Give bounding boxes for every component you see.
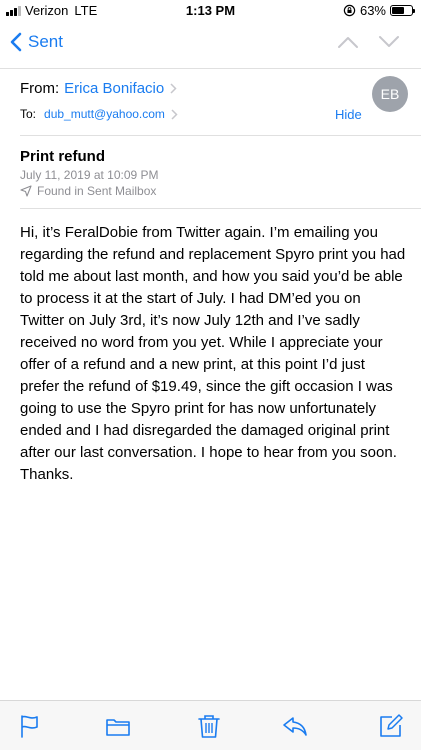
- nav-bar: Sent: [0, 22, 421, 66]
- avatar[interactable]: EB: [372, 76, 408, 112]
- flag-icon[interactable]: [17, 713, 43, 739]
- status-right: 63%: [343, 3, 415, 18]
- message-date: July 11, 2019 at 10:09 PM: [20, 168, 159, 182]
- chevron-left-icon: [10, 32, 22, 52]
- compose-icon[interactable]: [378, 713, 404, 739]
- location-arrow-icon: [20, 185, 32, 197]
- chevron-right-icon: [171, 108, 178, 120]
- from-label: From:: [20, 80, 60, 97]
- from-row: From: Erica Bonifacio: [20, 80, 177, 97]
- divider: [20, 208, 421, 209]
- rotation-lock-icon: [343, 4, 356, 17]
- mailbox-row[interactable]: Found in Sent Mailbox: [20, 184, 156, 198]
- message-subject: Print refund: [20, 148, 105, 165]
- avatar-initials: EB: [380, 86, 400, 102]
- divider: [0, 68, 421, 69]
- sender-name[interactable]: Erica Bonifacio: [64, 80, 164, 97]
- previous-message-icon[interactable]: [337, 34, 359, 50]
- divider: [20, 135, 421, 136]
- battery-percent: 63%: [359, 3, 386, 18]
- next-message-icon[interactable]: [378, 34, 400, 50]
- recipient-address[interactable]: dub_mutt@yahoo.com: [44, 107, 165, 121]
- reply-icon[interactable]: [282, 713, 308, 739]
- to-label: To:: [20, 107, 37, 121]
- trash-icon[interactable]: [196, 713, 222, 739]
- folder-icon[interactable]: [105, 713, 131, 739]
- bottom-toolbar: [0, 700, 421, 750]
- mailbox-label: Found in Sent Mailbox: [37, 184, 157, 198]
- to-row: To: dub_mutt@yahoo.com: [20, 107, 178, 121]
- status-bar: Verizon LTE 1:13 PM 63%: [0, 0, 421, 22]
- hide-details-button[interactable]: Hide: [335, 107, 362, 122]
- battery-icon: [390, 5, 415, 16]
- back-button[interactable]: Sent: [10, 32, 63, 52]
- back-label: Sent: [28, 32, 63, 51]
- message-body: Hi, it’s FeralDobie from Twitter again. …: [20, 224, 406, 483]
- chevron-right-icon: [170, 83, 177, 94]
